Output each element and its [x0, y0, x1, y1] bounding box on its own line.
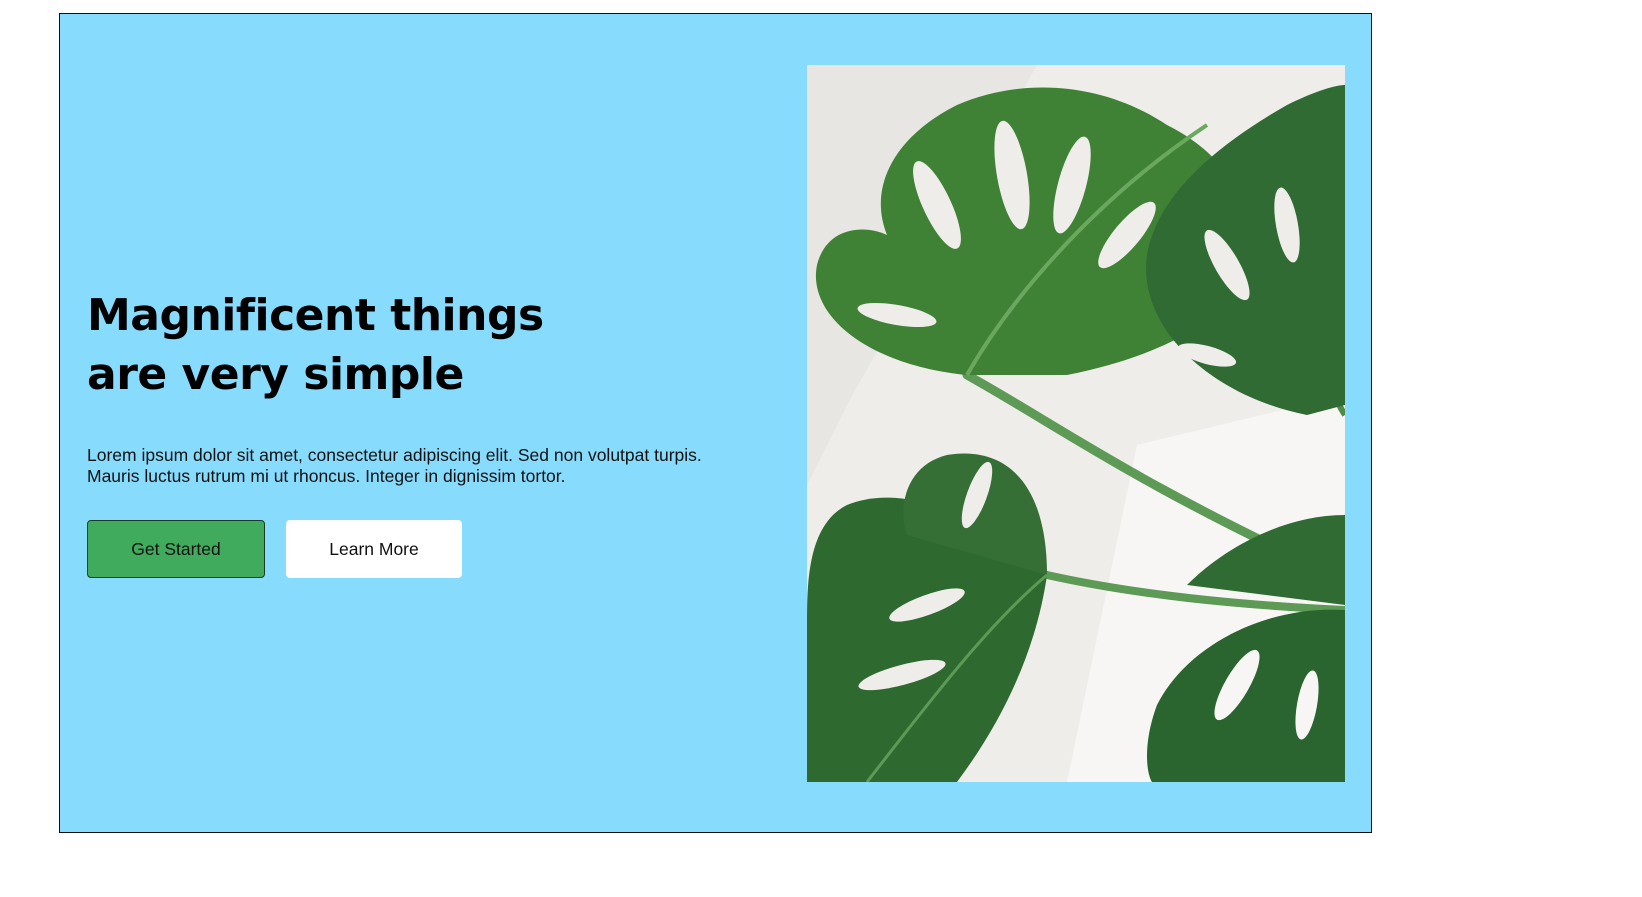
hero-title-line-1: Magnificent things	[87, 290, 544, 341]
monstera-leaves-illustration	[807, 65, 1345, 782]
monstera-plant-image	[807, 65, 1345, 782]
hero-title-line-2: are very simple	[87, 349, 464, 400]
hero-description-line-1: Lorem ipsum dolor sit amet, consectetur …	[87, 445, 702, 465]
hero-description-line-2: Mauris luctus rutrum mi ut rhoncus. Inte…	[87, 466, 566, 486]
hero-content: Magnificent things are very simple Lorem…	[87, 286, 767, 578]
get-started-button[interactable]: Get Started	[87, 520, 265, 578]
hero-actions: Get Started Learn More	[87, 520, 767, 578]
learn-more-button[interactable]: Learn More	[286, 520, 462, 578]
hero-title: Magnificent things are very simple	[87, 286, 557, 404]
hero-section: Magnificent things are very simple Lorem…	[59, 13, 1372, 833]
hero-description: Lorem ipsum dolor sit amet, consectetur …	[87, 445, 747, 487]
